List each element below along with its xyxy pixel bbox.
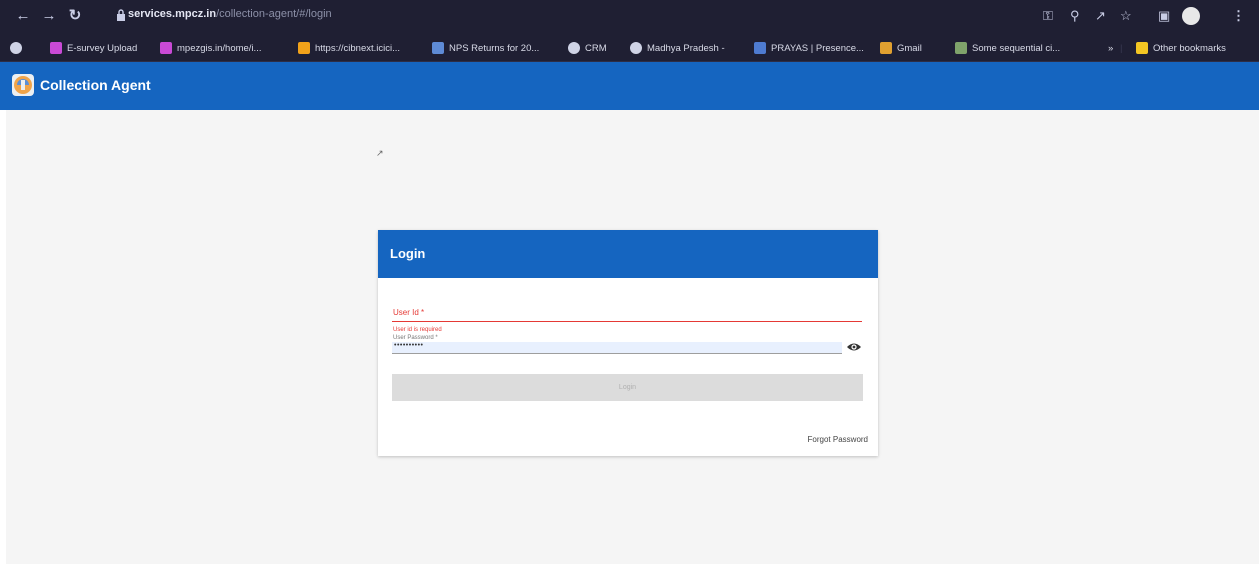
eye-icon[interactable] [846,341,862,353]
app-title: Collection Agent [40,77,151,93]
share-icon[interactable]: ↗ [1095,7,1106,25]
bookmark-item[interactable]: PRAYAS | Presence... [754,40,864,56]
browser-toolbar: ← → ↻ services.mpcz.in/collection-agent/… [0,0,1259,33]
page-body: ↗ Login User Id * User id is required Us… [6,110,1259,564]
extensions-icon[interactable]: ▣ [1158,7,1170,25]
bookmarks-divider: | [1120,42,1123,54]
more-bookmarks-button[interactable]: » [1108,40,1113,56]
app-logo [12,74,34,96]
login-heading: Login [390,246,426,261]
folder-icon [1136,42,1148,54]
forward-arrow-icon[interactable]: → [40,7,58,25]
bookmark-item[interactable]: NPS Returns for 20... [432,40,539,56]
bookmark-label: E-survey Upload [67,42,138,54]
user-id-field[interactable]: User Id * [392,302,862,322]
login-card: Login User Id * User id is required User… [378,230,878,456]
apps-icon[interactable] [10,40,22,56]
bookmark-favicon [955,42,967,54]
bookmark-favicon [160,42,172,54]
bookmark-favicon [754,42,766,54]
bookmark-item[interactable]: Some sequential ci... [955,40,1060,56]
bookmark-favicon [432,42,444,54]
bookmark-favicon [568,42,580,54]
bookmark-label: PRAYAS | Presence... [771,42,864,54]
url-host: services.mpcz.in [128,8,217,20]
menu-icon[interactable]: ⋮ [1232,7,1245,25]
bookmark-favicon [630,42,642,54]
login-card-header: Login [378,230,878,278]
url-path: /collection-agent/#/login [216,8,332,20]
bookmark-item[interactable]: Gmail [880,40,922,56]
other-bookmarks[interactable]: Other bookmarks [1136,40,1226,56]
bookmark-item[interactable]: Madhya Pradesh - [630,40,725,56]
url-text: services.mpcz.in/collection-agent/#/logi… [128,8,332,20]
bookmark-label: CRM [585,42,607,54]
profile-avatar[interactable] [1182,7,1200,25]
password-field[interactable]: •••••••••• [392,342,842,354]
password-value: •••••••••• [394,342,424,349]
bookmark-favicon [50,42,62,54]
bookmark-favicon [298,42,310,54]
bookmark-label: Madhya Pradesh - [647,42,725,54]
user-id-label: User Id * [393,308,425,317]
bookmark-item[interactable]: CRM [568,40,607,56]
bookmarks-bar: E-survey Upload mpezgis.in/home/i... htt… [0,33,1259,62]
address-bar[interactable]: services.mpcz.in/collection-agent/#/logi… [108,5,1113,27]
lock-icon [117,9,125,21]
forgot-password-link[interactable]: Forgot Password [808,435,868,444]
bookmark-label: Some sequential ci... [972,42,1061,54]
key-icon[interactable]: ⚿ [1043,7,1053,25]
login-button[interactable]: Login [392,374,863,401]
other-bookmarks-label: Other bookmarks [1153,42,1226,54]
star-icon[interactable]: ☆ [1120,7,1132,25]
reload-icon[interactable]: ↻ [66,7,84,25]
bookmark-label: https://cibnext.icici... [315,42,401,54]
bookmark-label: NPS Returns for 20... [449,42,540,54]
bookmark-favicon [880,42,892,54]
bookmark-label: mpezgis.in/home/i... [177,42,262,54]
bookmark-item[interactable]: mpezgis.in/home/i... [160,40,261,56]
app-header: Collection Agent [0,62,1259,110]
mouse-cursor-icon: ↗ [376,148,384,158]
bookmark-label: Gmail [897,42,922,54]
bookmark-item[interactable]: E-survey Upload [50,40,137,56]
user-id-error: User id is required [393,327,442,333]
back-arrow-icon[interactable]: ← [14,7,32,25]
password-label: User Password * [393,335,438,341]
zoom-icon[interactable]: ⚲ [1070,7,1080,25]
bookmark-item[interactable]: https://cibnext.icici... [298,40,400,56]
